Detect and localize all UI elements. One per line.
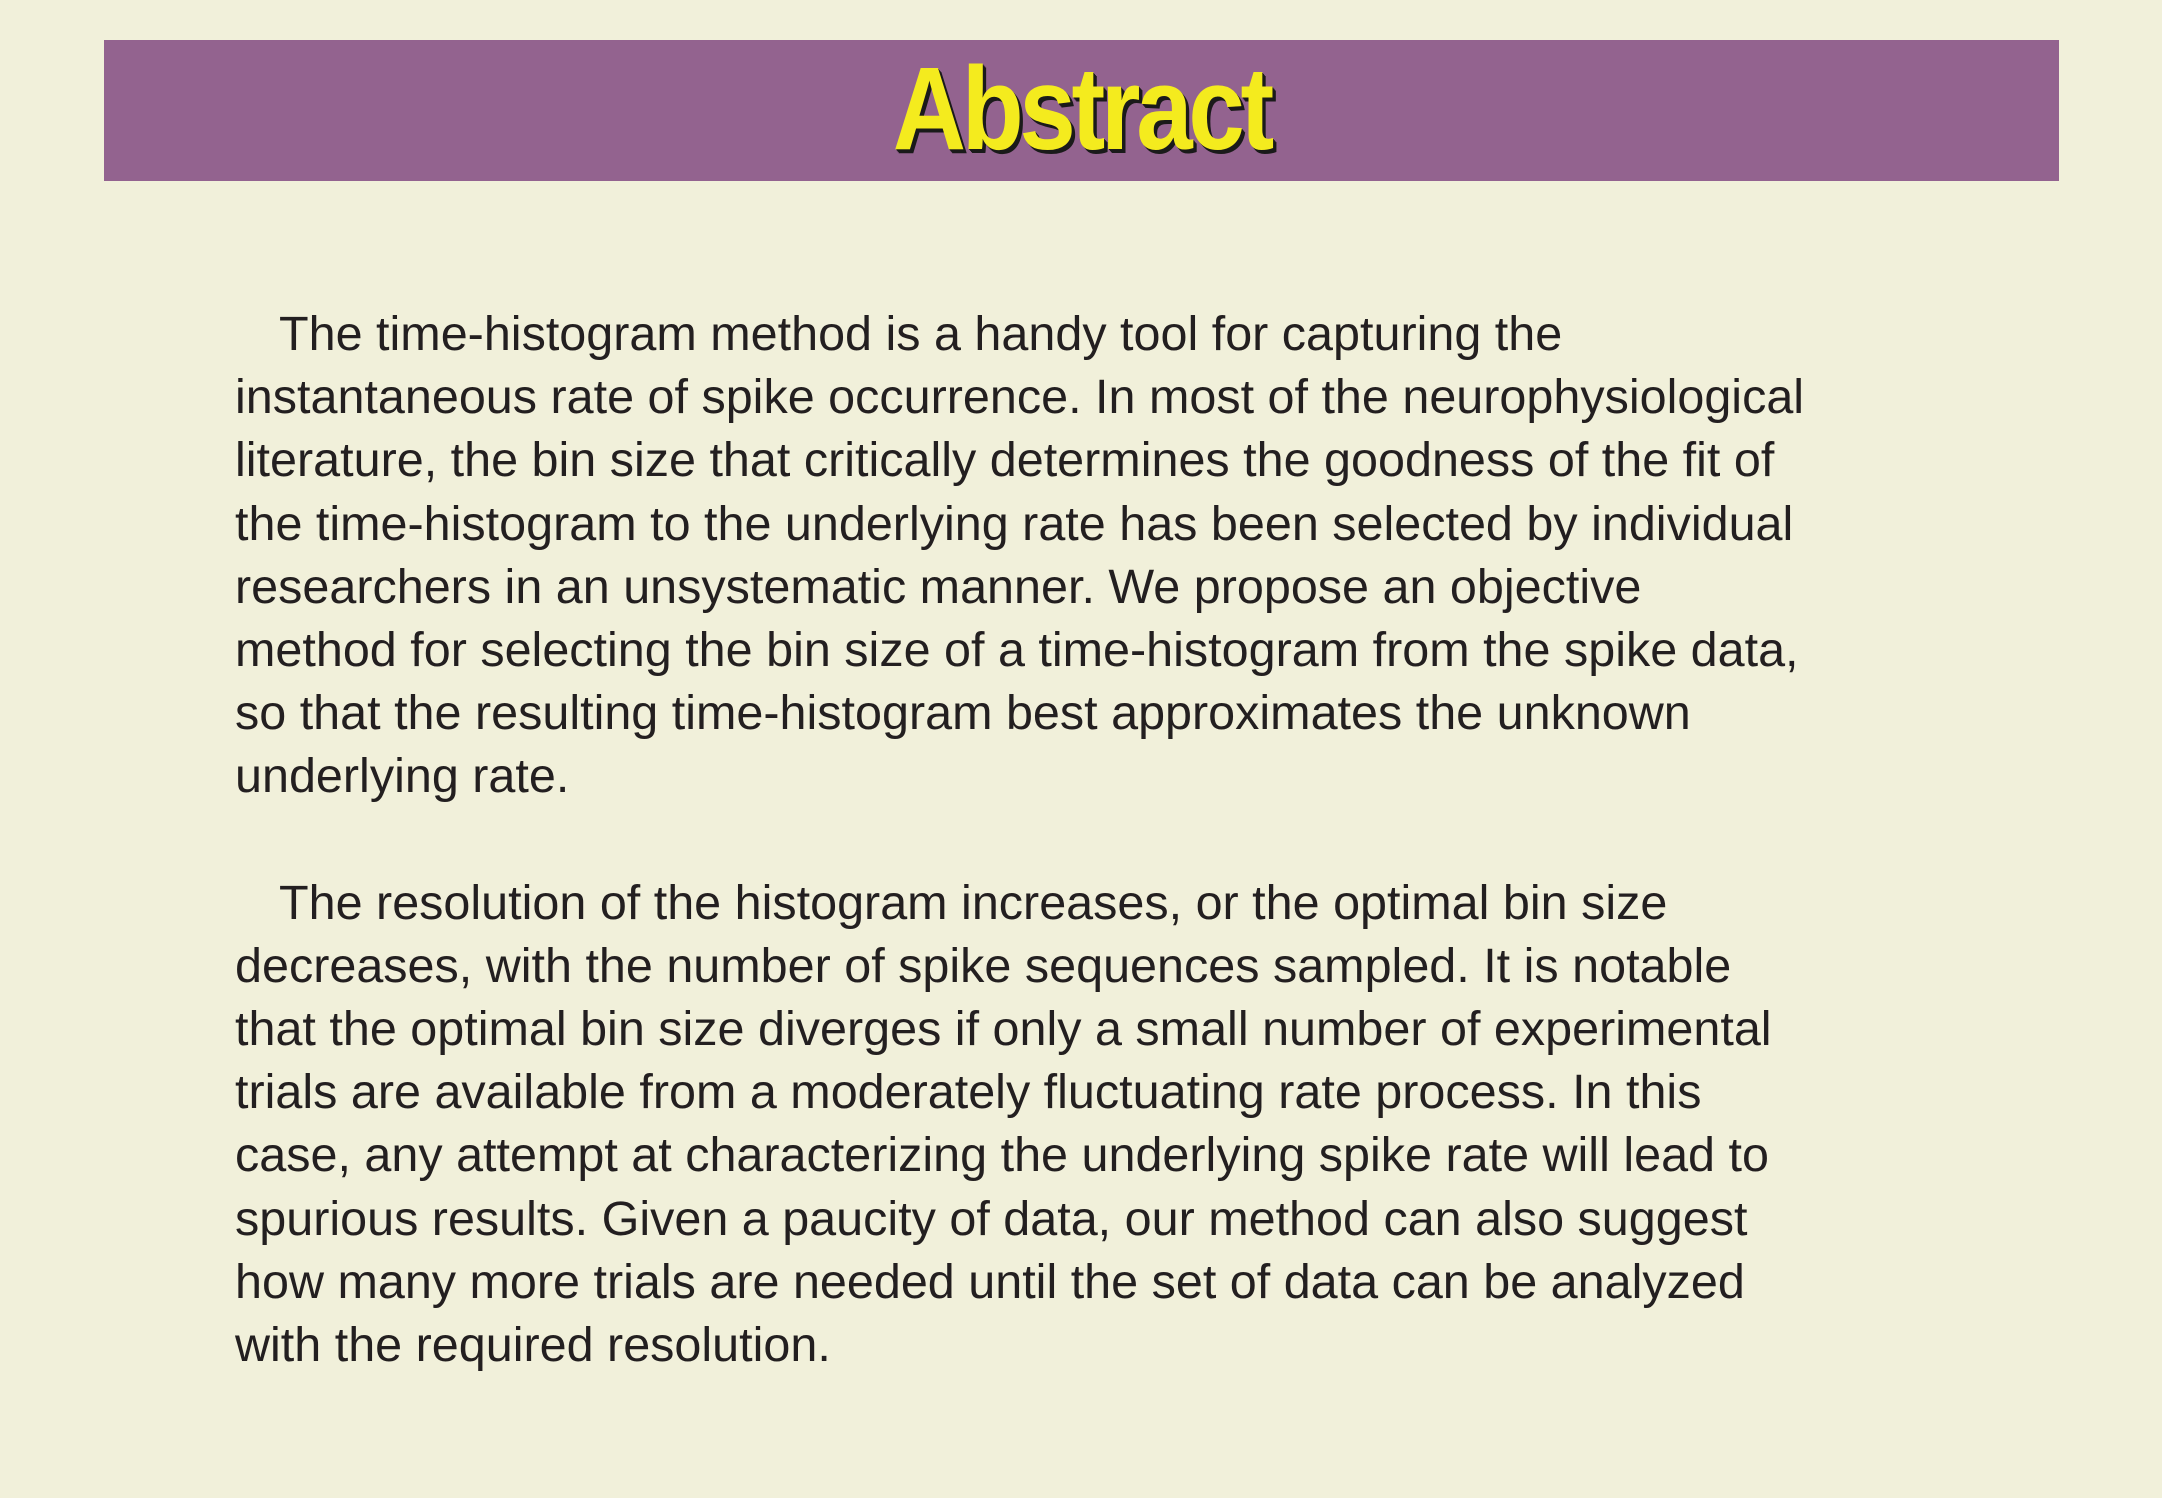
abstract-paragraph-1: The time-histogram method is a handy too… [235, 307, 1805, 804]
title-banner: Abstract [104, 40, 2059, 181]
abstract-body: The time-histogram method is a handy too… [235, 303, 1995, 1377]
abstract-paragraph-2: The resolution of the histogram increase… [235, 875, 1772, 1373]
page-title: Abstract [892, 42, 1275, 175]
